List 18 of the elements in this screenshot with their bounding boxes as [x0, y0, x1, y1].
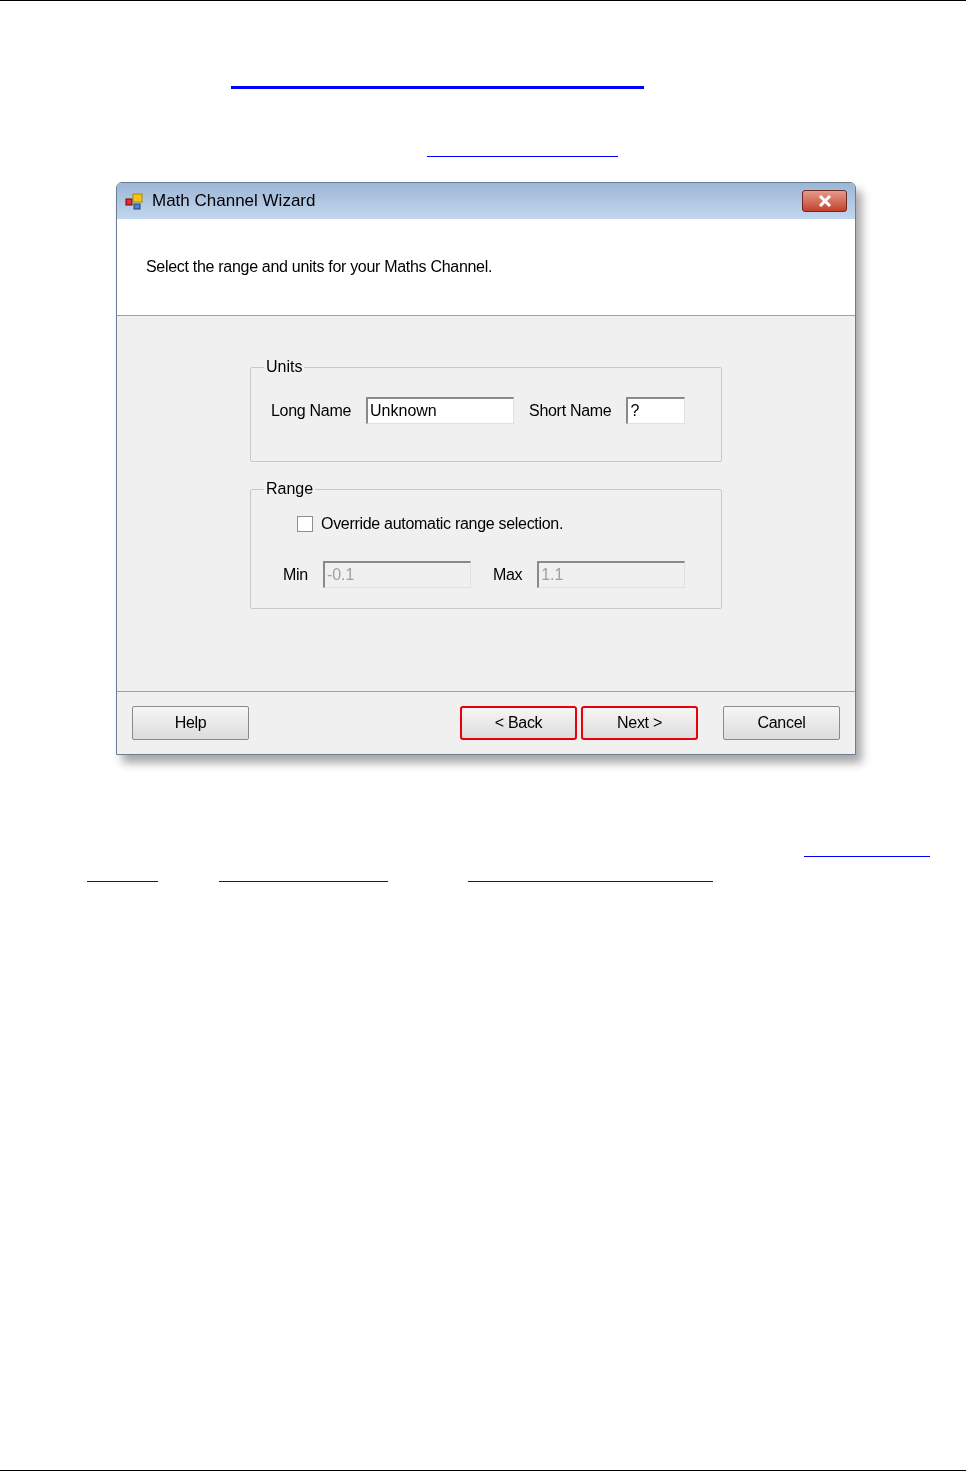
dialog-button[interactable]: Cancel: [723, 706, 840, 740]
dialog-button[interactable]: Help: [132, 706, 249, 740]
instruction-text: Select the range and units for your Maths Channel.: [146, 257, 493, 277]
window-title: Math Channel Wizard: [152, 190, 316, 213]
checkbox-label: Override automatic range selection.: [321, 514, 564, 534]
field-label: Short Name: [529, 400, 612, 421]
text-field[interactable]: ?: [626, 397, 686, 424]
close-button[interactable]: [802, 190, 847, 212]
close-icon: [817, 195, 832, 207]
dialog-button[interactable]: < Back: [460, 706, 577, 740]
dialog-button[interactable]: Next >: [581, 706, 698, 740]
field-label: Max: [492, 564, 523, 585]
field-label: Long Name: [271, 400, 352, 421]
checkbox[interactable]: [297, 516, 313, 532]
group-title: Range: [264, 479, 316, 499]
field-label: Min: [283, 564, 308, 585]
app-icon: [125, 192, 144, 210]
text-field[interactable]: Unknown: [366, 397, 515, 424]
